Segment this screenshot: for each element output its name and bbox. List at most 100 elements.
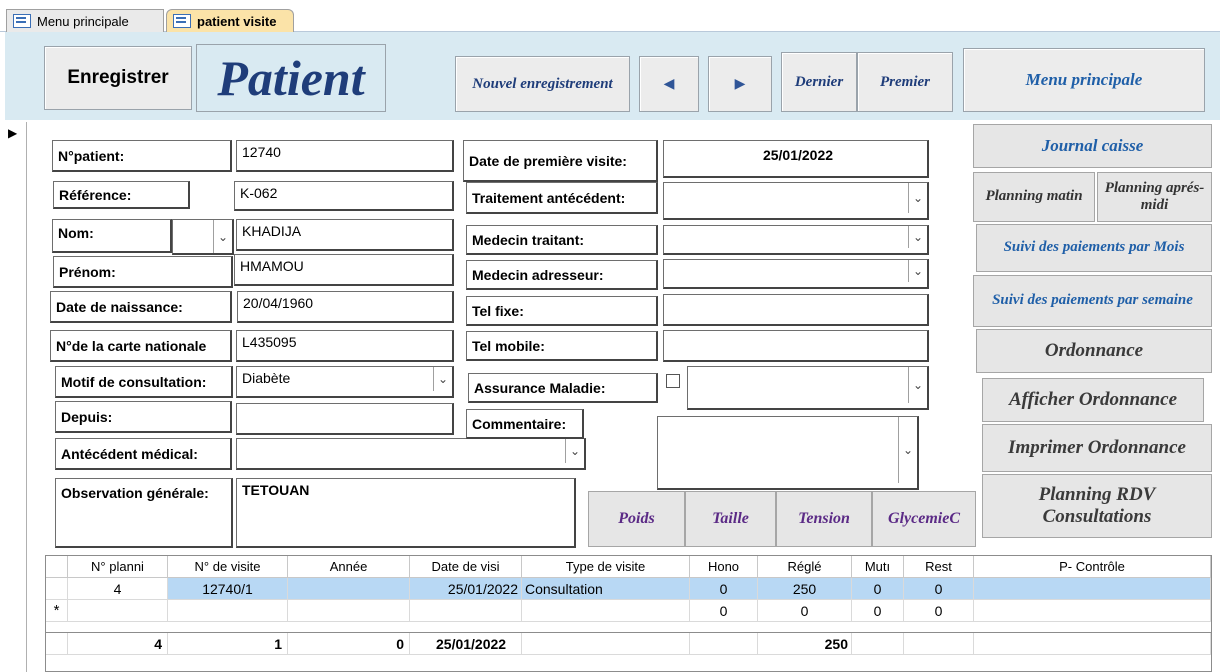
suivi-paiements-semaine-button[interactable]: Suivi des paiements par semaine	[973, 275, 1212, 327]
observation-field[interactable]: TETOUAN	[236, 478, 576, 548]
header-label: Rest	[925, 559, 952, 574]
table-cell[interactable]: 250	[758, 578, 852, 600]
last-record-button[interactable]: Dernier	[781, 52, 857, 112]
num-patient-label: N°patient:	[52, 140, 232, 172]
prenom-label: Prénom:	[53, 256, 233, 288]
ordonnance-button[interactable]: Ordonnance	[976, 329, 1212, 373]
table-cell[interactable]: Consultation	[522, 578, 690, 600]
traitement-combobox[interactable]: ⌄	[663, 182, 929, 220]
tab-menu-principale[interactable]: Menu principale	[6, 9, 164, 32]
reference-field[interactable]: K-062	[234, 181, 454, 211]
table-cell[interactable]: 12740/1	[168, 578, 288, 600]
col-header-p-controle[interactable]: P- Contrôle	[974, 556, 1211, 578]
table-cell[interactable]: 0	[758, 600, 852, 622]
chevron-down-icon[interactable]: ⌄	[908, 183, 927, 213]
depuis-field[interactable]	[236, 403, 454, 435]
table-cell[interactable]	[974, 578, 1211, 600]
table-cell[interactable]	[288, 578, 410, 600]
table-cell[interactable]	[68, 600, 168, 622]
num-patient-field[interactable]: 12740	[236, 140, 454, 172]
main-menu-button[interactable]: Menu principale	[963, 48, 1205, 112]
chevron-down-icon[interactable]: ⌄	[908, 226, 927, 248]
date-premiere-visite-field[interactable]: 25/01/2022	[663, 140, 929, 178]
next-record-button[interactable]: ▶	[708, 56, 772, 112]
table-cell[interactable]	[410, 600, 522, 622]
table-cell[interactable]: 25/01/2022	[410, 578, 522, 600]
assurance-combobox[interactable]: ⌄	[687, 366, 929, 410]
first-record-button[interactable]: Premier	[857, 52, 953, 112]
chevron-down-icon[interactable]: ⌄	[433, 367, 452, 391]
total-cell	[522, 633, 690, 655]
carte-nationale-field[interactable]: L435095	[236, 330, 454, 362]
row-selector[interactable]	[46, 578, 68, 600]
poids-button[interactable]: Poids	[588, 491, 685, 547]
tel-mobile-field[interactable]	[663, 330, 929, 362]
total-cell: 25/01/2022	[410, 633, 522, 655]
col-header-type-visite[interactable]: Type de visite	[522, 556, 690, 578]
date-naissance-field[interactable]: 20/04/1960	[237, 291, 454, 323]
chevron-down-icon[interactable]: ⌄	[565, 439, 584, 463]
col-header-mutuelle[interactable]: Mutı	[852, 556, 904, 578]
commentaire-combobox[interactable]: ⌄	[657, 416, 919, 490]
total-cell: 250	[758, 633, 852, 655]
table-cell[interactable]: 0	[904, 600, 974, 622]
depuis-label: Depuis:	[55, 401, 232, 433]
table-cell[interactable]	[974, 600, 1211, 622]
new-record-marker[interactable]: *	[46, 600, 68, 622]
header-label: Hono	[707, 559, 740, 574]
table-cell[interactable]: 0	[690, 600, 758, 622]
col-header-regle[interactable]: Réglé	[758, 556, 852, 578]
civilite-combobox[interactable]: ⌄	[172, 219, 234, 255]
prenom-field[interactable]: HMAMOU	[234, 254, 454, 286]
tel-fixe-field[interactable]	[663, 294, 929, 326]
taille-button[interactable]: Taille	[685, 491, 776, 547]
save-button[interactable]: Enregistrer	[44, 46, 192, 110]
antecedent-label: Antécédent médical:	[55, 438, 232, 470]
table-cell[interactable]	[288, 600, 410, 622]
table-cell[interactable]: 4	[68, 578, 168, 600]
previous-record-button[interactable]: ◀	[639, 56, 699, 112]
assurance-checkbox[interactable]	[666, 374, 680, 388]
table-cell[interactable]	[522, 600, 690, 622]
total-cell	[852, 633, 904, 655]
form-icon	[173, 14, 191, 28]
col-header-annee[interactable]: Année	[288, 556, 410, 578]
new-record-button[interactable]: Nouvel enregistrement	[455, 56, 630, 112]
imprimer-ordonnance-button[interactable]: Imprimer Ordonnance	[982, 424, 1212, 472]
tab-patient-visite[interactable]: patient visite	[166, 9, 294, 32]
medecin-traitant-combobox[interactable]: ⌄	[663, 225, 929, 255]
col-header-num-planning[interactable]: N° planni	[68, 556, 168, 578]
motif-combobox[interactable]: Diabète ⌄	[236, 366, 454, 398]
afficher-ordonnance-button[interactable]: Afficher Ordonnance	[982, 378, 1204, 422]
planning-matin-button[interactable]: Planning matin	[973, 172, 1095, 222]
tab-label: Menu principale	[37, 13, 129, 29]
journal-caisse-button[interactable]: Journal caisse	[973, 124, 1212, 168]
chevron-down-icon[interactable]: ⌄	[908, 367, 927, 403]
medecin-adresseur-combobox[interactable]: ⌄	[663, 259, 929, 289]
chevron-down-icon[interactable]: ⌄	[898, 417, 917, 483]
table-cell[interactable]: 0	[852, 578, 904, 600]
suivi-paiements-mois-button[interactable]: Suivi des paiements par Mois	[976, 224, 1212, 272]
planning-apres-midi-button[interactable]: Planning aprés-midi	[1097, 172, 1212, 222]
col-header-honoraires[interactable]: Hono	[690, 556, 758, 578]
traitement-label: Traitement antécédent:	[466, 182, 658, 214]
col-header-num-visite[interactable]: N° de visite	[168, 556, 288, 578]
table-cell[interactable]: 0	[852, 600, 904, 622]
total-cell: 1	[168, 633, 288, 655]
glycemie-button[interactable]: GlycemieC	[872, 491, 976, 547]
chevron-down-icon[interactable]: ⌄	[213, 220, 232, 253]
antecedent-combobox[interactable]: ⌄	[236, 438, 586, 470]
tension-button[interactable]: Tension	[776, 491, 872, 547]
header-label: Année	[329, 559, 368, 574]
reference-label: Référence:	[53, 181, 190, 209]
table-cell[interactable]: 0	[690, 578, 758, 600]
nom-field[interactable]: KHADIJA	[236, 219, 454, 251]
table-cell[interactable]: 0	[904, 578, 974, 600]
col-header-date-visite[interactable]: Date de visi	[410, 556, 522, 578]
date-premiere-visite-label: Date de première visite:	[463, 140, 658, 182]
visits-datasheet[interactable]: N° planni N° de visite Année Date de vis…	[45, 555, 1212, 672]
chevron-down-icon[interactable]: ⌄	[908, 260, 927, 282]
table-cell[interactable]	[168, 600, 288, 622]
planning-rdv-button[interactable]: Planning RDV Consultations	[982, 474, 1212, 538]
col-header-reste[interactable]: Rest	[904, 556, 974, 578]
